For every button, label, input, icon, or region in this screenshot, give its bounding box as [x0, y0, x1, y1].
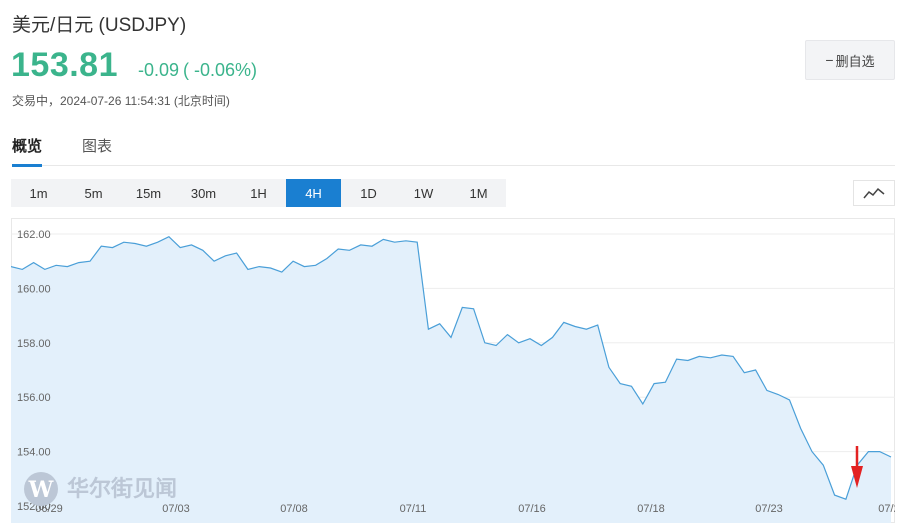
remove-watchlist-button[interactable]: − 删自选: [805, 40, 895, 80]
remove-watchlist-label: 删自选: [835, 53, 875, 69]
interval-4h[interactable]: 4H: [286, 179, 341, 207]
chart-type-button[interactable]: [853, 180, 895, 206]
y-tick-label: 158.00: [17, 338, 51, 350]
x-tick-label: 07/2: [878, 503, 895, 515]
instrument-title: 美元/日元 (USDJPY): [12, 15, 187, 36]
x-tick-label: 07/18: [637, 503, 665, 515]
x-tick-label: 07/03: [162, 503, 190, 515]
interval-30m[interactable]: 30m: [176, 179, 231, 207]
interval-1h[interactable]: 1H: [231, 179, 286, 207]
x-tick-label: 07/16: [518, 503, 546, 515]
tab-overview[interactable]: 概览: [12, 135, 42, 156]
interval-5m[interactable]: 5m: [66, 179, 121, 207]
interval-1m[interactable]: 1m: [11, 179, 66, 207]
minus-icon: −: [825, 52, 834, 68]
interval-1mo[interactable]: 1M: [451, 179, 506, 207]
x-tick-label: 07/08: [280, 503, 308, 515]
interval-15m[interactable]: 15m: [121, 179, 176, 207]
interval-1w[interactable]: 1W: [396, 179, 451, 207]
line-chart-icon: [863, 187, 885, 199]
tab-chart[interactable]: 图表: [82, 135, 112, 156]
interval-selector: 1m 5m 15m 30m 1H 4H 1D 1W 1M: [11, 179, 506, 207]
y-tick-label: 154.00: [17, 447, 51, 459]
watermark-logo-letter: W: [28, 477, 54, 503]
quote-row: 153.81 -0.09 ( -0.06%): [11, 46, 257, 86]
interval-1d[interactable]: 1D: [341, 179, 396, 207]
watermark-text: 华尔街见闻: [67, 476, 177, 502]
y-tick-label: 160.00: [17, 283, 51, 295]
x-tick-label: 07/23: [755, 503, 783, 515]
price-chart[interactable]: 162.00160.00158.00156.00154.00152.00 06/…: [11, 218, 895, 523]
price-change-percent: ( -0.06%): [183, 60, 258, 80]
active-tab-indicator: [12, 164, 42, 167]
trading-status: 交易中，2024-07-26 11:54:31 (北京时间): [12, 94, 230, 108]
price-change: -0.09: [138, 60, 180, 80]
y-tick-label: 162.00: [17, 229, 51, 241]
y-tick-label: 156.00: [17, 392, 51, 404]
last-price: 153.81: [11, 46, 118, 84]
x-tick-label: 07/11: [400, 503, 427, 515]
watermark: W 华尔街见闻: [24, 472, 177, 506]
tab-bar: 概览 图表: [12, 132, 895, 166]
